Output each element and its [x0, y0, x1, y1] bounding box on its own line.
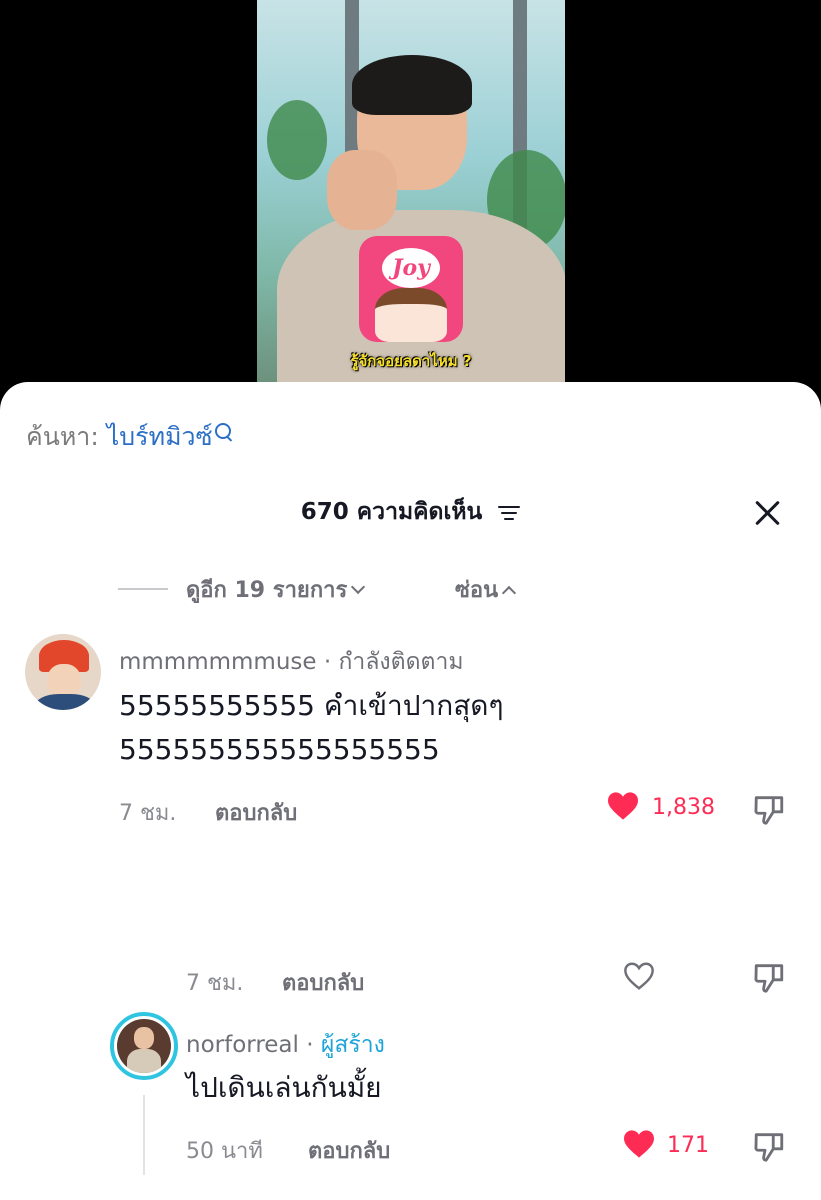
- reply-button[interactable]: ตอบกลับ: [308, 1133, 390, 1168]
- comment-author: norforreal · ผู้สร้าง: [186, 1027, 385, 1063]
- comment-text-line: 55555555555 คำเข้าปากสุดๆ: [119, 689, 504, 722]
- avatar[interactable]: [110, 1012, 178, 1080]
- divider-line: [118, 588, 168, 590]
- creator-badge: ผู้สร้าง: [320, 1032, 385, 1058]
- heart-outline-icon[interactable]: [622, 961, 656, 991]
- reply-button[interactable]: ตอบกลับ: [282, 965, 364, 1000]
- thread-line: [143, 1095, 145, 1175]
- reply-button[interactable]: ตอบกลับ: [215, 795, 297, 830]
- comment-time: 7 ชม.: [119, 801, 177, 826]
- comment-author: mmmmmmmuse · กำลังติดตาม: [119, 644, 464, 680]
- comment-time: 50 นาที: [186, 1139, 263, 1164]
- background-plant: [267, 100, 327, 180]
- view-more-label: ดูอีก 19 รายการ: [186, 578, 348, 603]
- hide-replies-button[interactable]: ซ่อน: [455, 572, 517, 607]
- like-count: 1,838: [652, 795, 715, 820]
- like-count: 171: [667, 1133, 709, 1158]
- dislike-icon[interactable]: [751, 1129, 787, 1163]
- comment-text: ไปเดินเล่นกันมั้ย: [186, 1071, 382, 1104]
- comments-sheet: ค้นหา: ไบร์ทมิวซ์ 670 ความคิดเห็น ดูอีก …: [0, 382, 821, 1200]
- joy-logo-face: [375, 288, 447, 342]
- person-hair: [352, 55, 472, 115]
- person-hand: [327, 150, 397, 230]
- dislike-icon[interactable]: [751, 792, 787, 826]
- heart-filled-icon[interactable]: [606, 791, 640, 821]
- username[interactable]: mmmmmmmuse: [119, 649, 317, 675]
- heart-filled-icon[interactable]: [622, 1129, 656, 1159]
- comment-text-line: 555555555555555555: [119, 733, 440, 766]
- search-label: ค้นหา:: [26, 422, 99, 451]
- joy-logo-text: Joy: [382, 248, 440, 288]
- separator: ·: [306, 1032, 314, 1058]
- username[interactable]: norforreal: [186, 1032, 299, 1058]
- chevron-down-icon: [351, 579, 366, 595]
- search-term[interactable]: ไบร์ทมิวซ์: [107, 422, 213, 451]
- sort-icon[interactable]: [498, 505, 521, 521]
- hide-label: ซ่อน: [455, 578, 499, 603]
- dislike-icon[interactable]: [751, 960, 787, 994]
- close-icon[interactable]: [753, 499, 781, 527]
- search-icon: [214, 423, 231, 439]
- avatar[interactable]: [25, 634, 101, 710]
- video-caption: รู้จักจอยลดาไหม ?: [350, 352, 472, 370]
- video-player[interactable]: Joy รู้จักจอยลดาไหม ?: [257, 0, 565, 390]
- comment-time: 7 ชม.: [186, 971, 244, 996]
- search-suggestion[interactable]: ค้นหา: ไบร์ทมิวซ์: [26, 417, 231, 457]
- comments-count: 670 ความคิดเห็น: [300, 499, 483, 525]
- joy-app-logo: Joy: [359, 236, 463, 342]
- comment-text: 55555555555 คำเข้าปากสุดๆ 55555555555555…: [119, 684, 504, 772]
- chevron-up-icon: [502, 585, 517, 601]
- view-more-replies-button[interactable]: ดูอีก 19 รายการ: [186, 572, 366, 607]
- replies-toggle-row: ดูอีก 19 รายการ ซ่อน: [118, 572, 821, 603]
- separator: ·: [323, 649, 332, 675]
- comments-title: 670 ความคิดเห็น: [0, 494, 821, 530]
- following-status: กำลังติดตาม: [338, 649, 464, 675]
